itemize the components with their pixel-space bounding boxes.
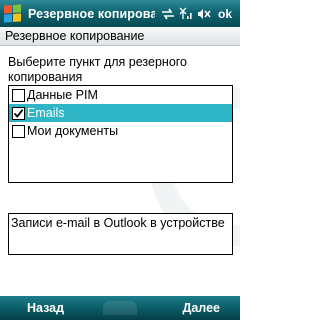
- content-area: Выберите пункт для резерного копирования…: [0, 47, 240, 296]
- back-softkey[interactable]: Назад: [27, 301, 64, 315]
- list-item-label: Данные PIM: [27, 88, 98, 102]
- list-item-pim[interactable]: Данные PIM: [9, 86, 232, 104]
- list-item-documents[interactable]: Мои документы: [9, 122, 232, 140]
- item-description: Записи e-mail в Outlook в устройстве: [8, 213, 233, 255]
- soft-key-bar: Назад Далее: [0, 296, 240, 320]
- instruction-text: Выберите пункт для резерного копирования: [8, 55, 188, 84]
- ok-button[interactable]: ok: [218, 7, 232, 21]
- checkbox-emails[interactable]: [12, 106, 25, 120]
- list-item-label: Emails: [27, 106, 65, 120]
- windows-start-icon[interactable]: [4, 4, 21, 23]
- connectivity-icon[interactable]: [161, 8, 175, 20]
- softkey-divider: [103, 301, 137, 315]
- signal-icon[interactable]: [179, 7, 193, 20]
- checkmark-icon: [13, 108, 24, 118]
- next-softkey[interactable]: Далее: [182, 301, 220, 315]
- page-header: Резервное копирование: [0, 27, 240, 46]
- checkbox-documents[interactable]: [12, 124, 25, 138]
- title-bar: Резервное копирова ok: [0, 0, 240, 27]
- window-title: Резервное копирова: [28, 6, 155, 21]
- backup-items-list[interactable]: Данные PIM Emails Мои документы: [8, 85, 233, 183]
- list-item-emails[interactable]: Emails: [9, 104, 232, 122]
- volume-muted-icon[interactable]: [197, 8, 211, 20]
- list-item-label: Мои документы: [27, 124, 119, 138]
- checkbox-pim[interactable]: [12, 88, 25, 102]
- page-title: Резервное копирование: [5, 29, 145, 43]
- system-tray: ok: [161, 7, 232, 21]
